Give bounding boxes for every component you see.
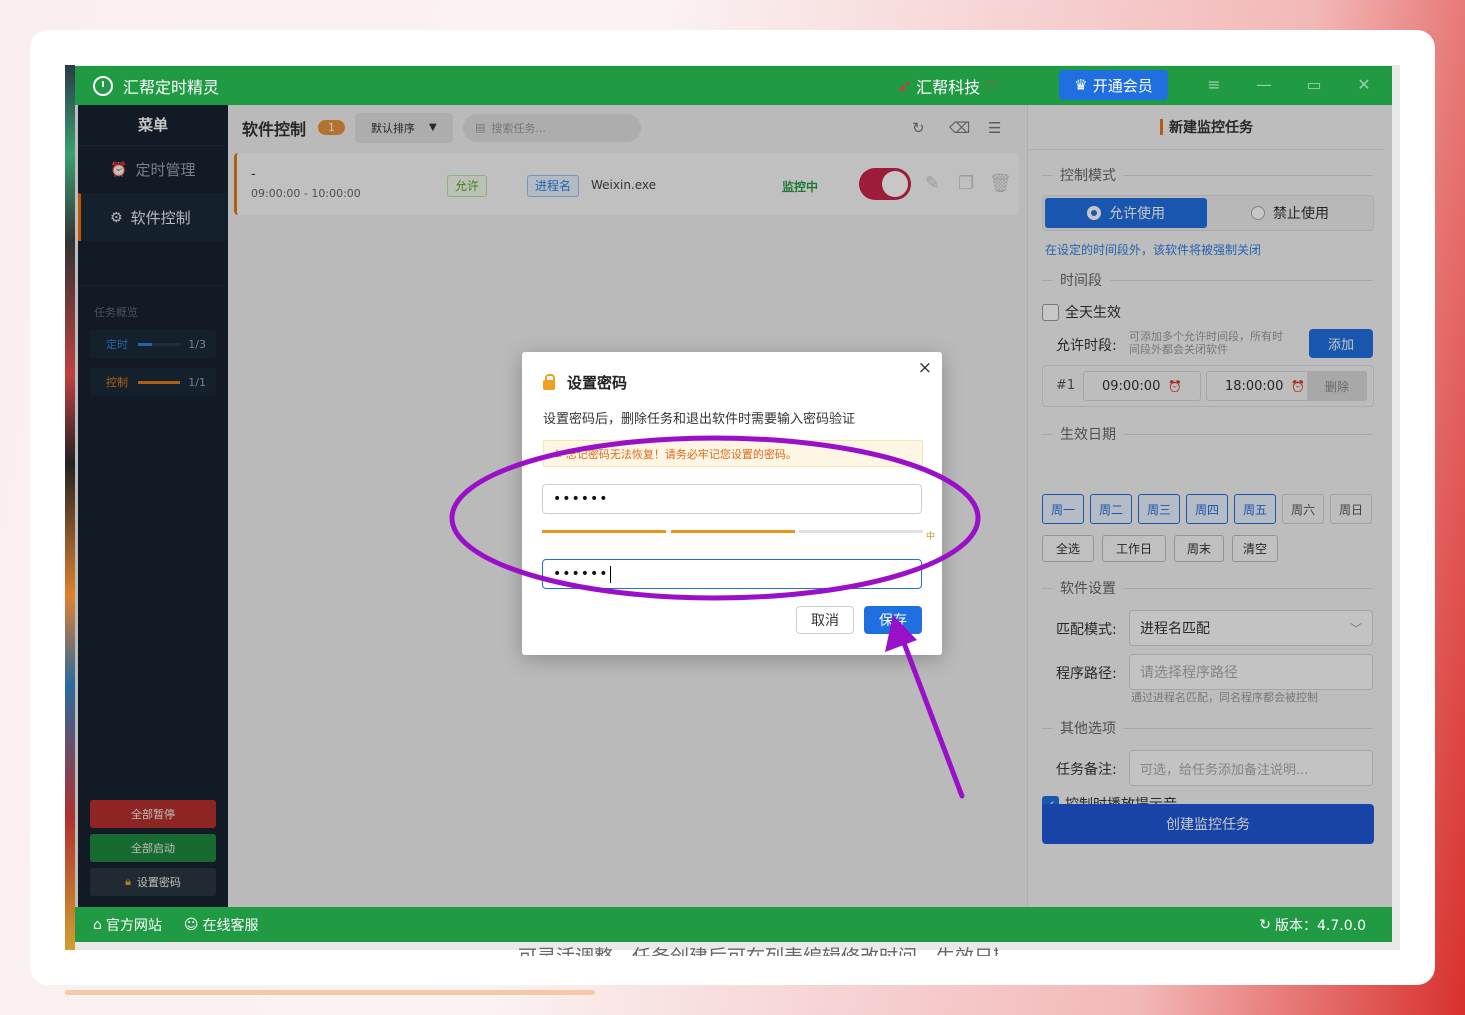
desktop-strip bbox=[65, 65, 75, 950]
close-icon[interactable]: × bbox=[918, 358, 932, 378]
home-icon: ⌂ bbox=[93, 916, 102, 933]
app-title: 汇帮定时精灵 bbox=[123, 77, 220, 97]
background-bar bbox=[65, 990, 595, 995]
brand-logo-icon: ➶ bbox=[897, 75, 913, 97]
confirm-password-value: •••••• bbox=[553, 566, 609, 582]
warning-banner: ⚠ 忘记密码无法恢复！请务必牢记您设置的密码。 bbox=[543, 440, 923, 467]
vip-button[interactable]: ♛ 开通会员 bbox=[1059, 70, 1168, 100]
strength-label: 中 bbox=[926, 532, 936, 542]
warning-text: 忘记密码无法恢复！请务必牢记您设置的密码。 bbox=[565, 447, 797, 461]
heart-icon: ♡ bbox=[984, 77, 998, 95]
strength-bar-3 bbox=[799, 530, 923, 533]
footer: ⌂ 官方网站 ☺ 在线客服 ↻ 版本：4.7.0.0 bbox=[75, 907, 1392, 942]
save-button[interactable]: 保存 bbox=[864, 606, 922, 634]
version-text: 版本：4.7.0.0 bbox=[1275, 917, 1366, 934]
confirm-password-input[interactable]: •••••• bbox=[542, 559, 922, 589]
vip-label: 开通会员 bbox=[1092, 76, 1153, 95]
website-link[interactable]: 官方网站 bbox=[106, 915, 162, 935]
lock-icon bbox=[543, 373, 555, 390]
alarm-clock-icon bbox=[93, 75, 113, 96]
support-icon: ☺ bbox=[183, 916, 199, 933]
background-text: 可灵活调整，任务创建后可在列表编辑修改时间、生效日期 bbox=[518, 942, 998, 956]
crown-icon: ♛ bbox=[1074, 76, 1088, 94]
warning-icon: ⚠ bbox=[552, 447, 562, 460]
menu-icon[interactable]: ≡ bbox=[1204, 75, 1224, 94]
cancel-button[interactable]: 取消 bbox=[796, 606, 854, 634]
password-dialog: × 设置密码 设置密码后，删除任务和退出软件时需要输入密码验证 ⚠ 忘记密码无法… bbox=[522, 352, 942, 655]
refresh-icon: ↻ bbox=[1259, 916, 1272, 933]
password-input[interactable]: •••••• bbox=[542, 484, 922, 514]
dialog-header: 设置密码 bbox=[543, 372, 627, 393]
text-cursor bbox=[609, 565, 611, 583]
maximize-icon[interactable]: ▭ bbox=[1304, 75, 1324, 94]
dialog-description: 设置密码后，删除任务和退出软件时需要输入密码验证 bbox=[543, 412, 856, 427]
title-bar: 汇帮定时精灵 ➶ 汇帮科技 ♡ ♛ 开通会员 ≡ — ▭ ✕ bbox=[75, 66, 1392, 105]
support-link[interactable]: 在线客服 bbox=[203, 915, 259, 935]
close-window-icon[interactable]: ✕ bbox=[1354, 75, 1374, 94]
strength-bar-1 bbox=[542, 530, 666, 533]
brand: ➶ 汇帮科技 ♡ bbox=[897, 74, 998, 98]
minimize-icon[interactable]: — bbox=[1254, 75, 1274, 94]
dialog-title: 设置密码 bbox=[567, 374, 628, 392]
brand-name: 汇帮科技 bbox=[916, 78, 981, 97]
strength-bar-2 bbox=[671, 530, 795, 533]
